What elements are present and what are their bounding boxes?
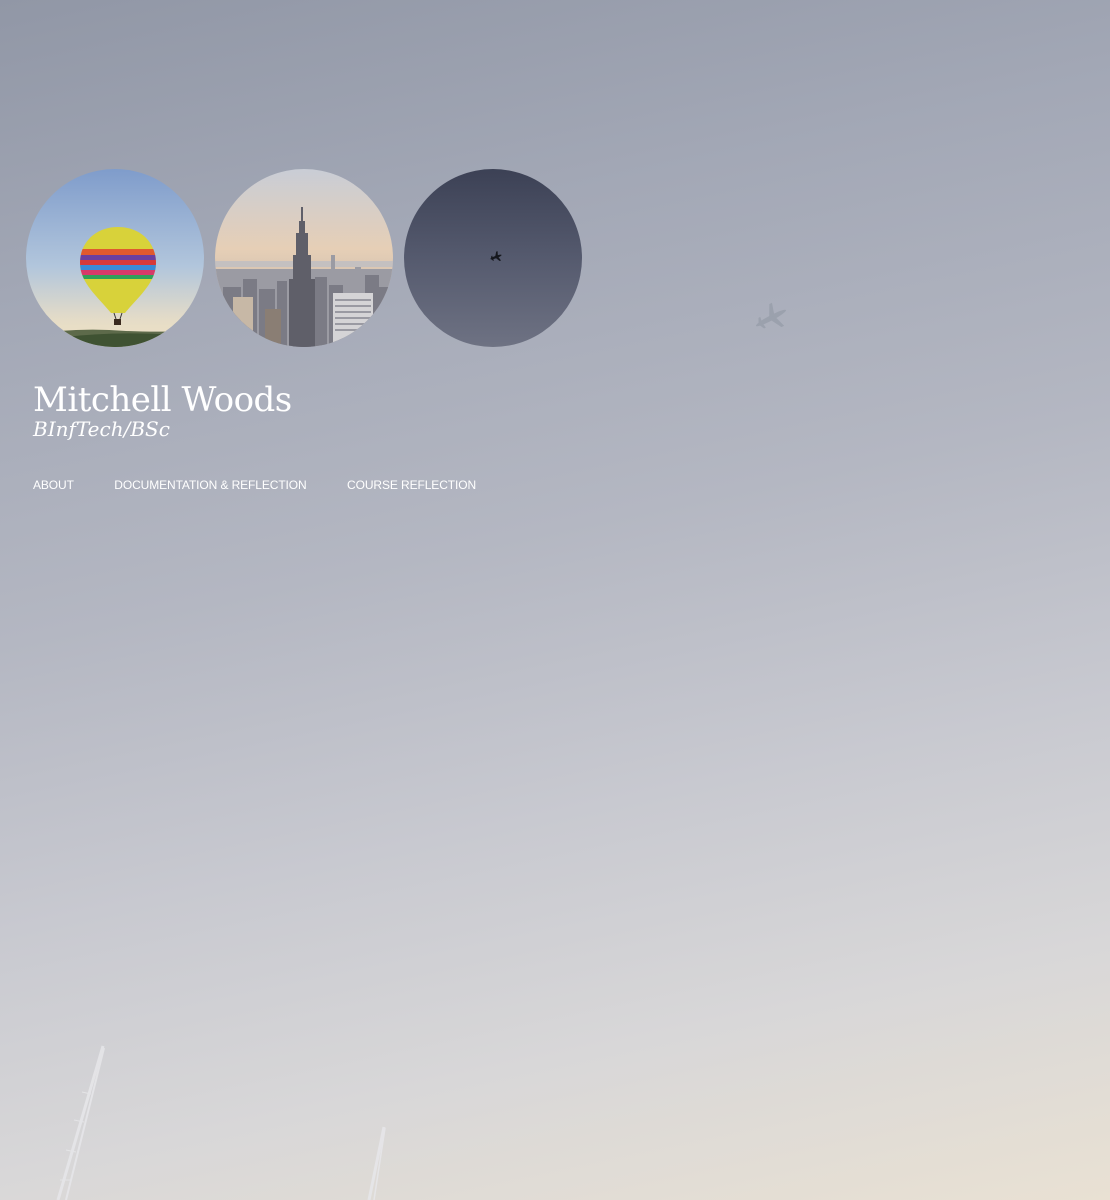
header-images [26,169,586,349]
crane-left-background [56,1045,105,1200]
crane-right-background [367,1126,386,1200]
airplane-background-icon [755,302,787,329]
city-skyline-photo[interactable] [215,169,393,347]
nav-item-documentation-reflection[interactable]: DOCUMENTATION & REFLECTION [114,477,306,493]
site-subtitle: BInfTech/BSc [33,417,170,441]
nav-item-course-reflection[interactable]: COURSE REFLECTION [347,477,476,493]
nav-item-about[interactable]: ABOUT [33,477,74,493]
main-navigation: ABOUT DOCUMENTATION & REFLECTION COURSE … [33,476,512,492]
airplane-sky-photo[interactable] [404,169,582,347]
hot-air-balloon-photo[interactable] [26,169,204,347]
